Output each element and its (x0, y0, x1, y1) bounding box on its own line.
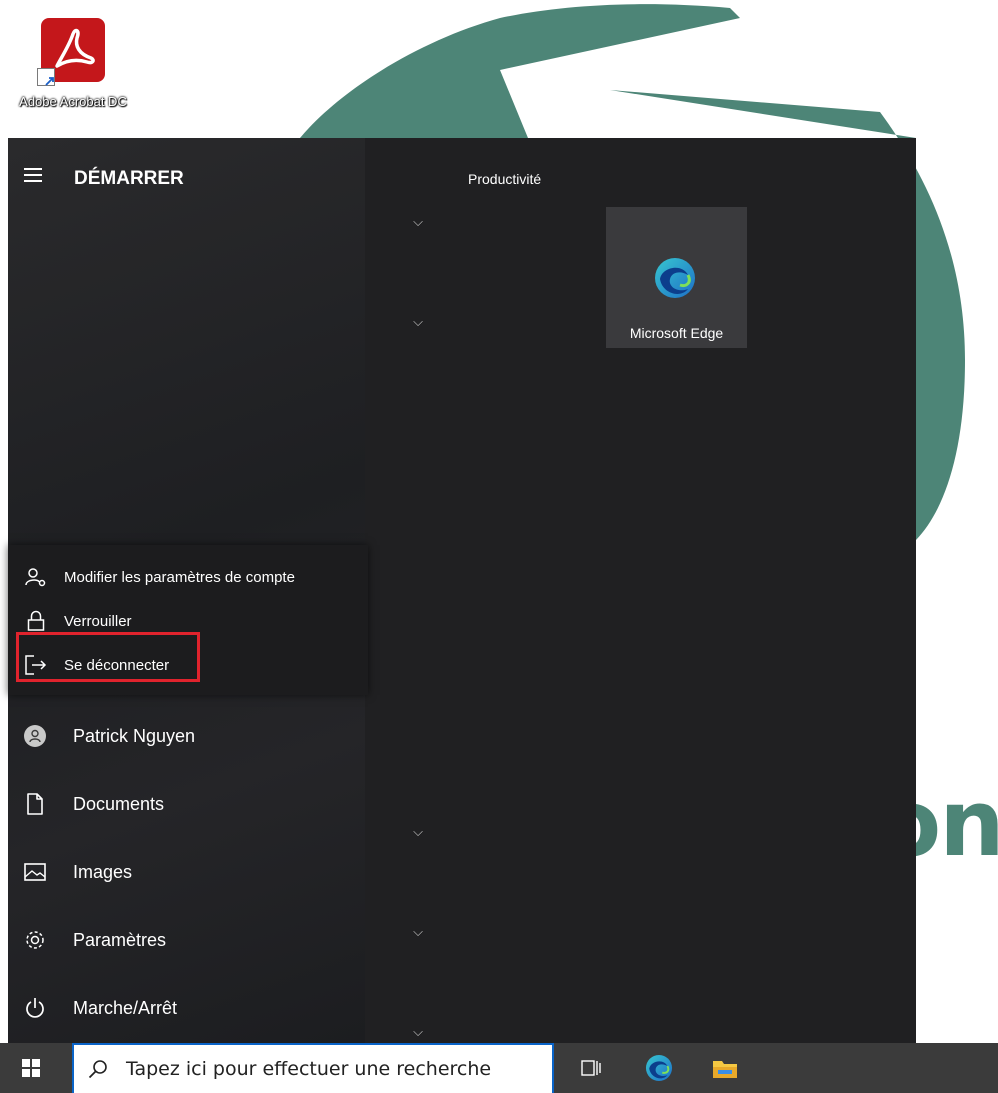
flyout-item-label: Modifier les paramètres de compte (64, 568, 295, 586)
task-view-icon[interactable] (566, 1043, 616, 1093)
start-button[interactable] (0, 1043, 62, 1093)
desktop-icon-acrobat[interactable]: Adobe Acrobat DC (8, 18, 138, 110)
edge-icon (652, 255, 698, 306)
nav-item-power[interactable]: Marche/Arrêt (8, 980, 365, 1036)
start-menu-title: DÉMARRER (74, 168, 184, 189)
power-icon (21, 997, 49, 1019)
chevron-down-icon[interactable]: ⌵ (408, 1024, 428, 1040)
account-settings-icon (22, 566, 50, 588)
gear-icon (21, 929, 49, 951)
document-icon (21, 793, 49, 815)
chevron-down-icon[interactable]: ⌵ (408, 924, 428, 940)
start-menu-tiles-pane: Productivité ⌵ ⌵ ⌵ ⌵ ⌵ Microsoft Edge (365, 138, 916, 1043)
taskbar-edge-icon[interactable] (634, 1043, 684, 1093)
file-explorer-icon[interactable] (700, 1043, 750, 1093)
nav-item-images[interactable]: Images (8, 844, 365, 900)
nav-item-settings[interactable]: Paramètres (8, 912, 365, 968)
lock-icon (22, 610, 50, 632)
image-icon (21, 863, 49, 881)
tile-microsoft-edge[interactable]: Microsoft Edge (606, 207, 747, 348)
taskbar: Tapez ici pour effectuer une recherche (0, 1043, 998, 1093)
taskbar-search-box[interactable]: Tapez ici pour effectuer une recherche (72, 1043, 554, 1093)
flyout-lock[interactable]: Verrouiller (8, 601, 368, 641)
search-icon (88, 1059, 112, 1079)
desktop-icon-label: Adobe Acrobat DC (19, 94, 127, 109)
flyout-item-label: Se déconnecter (64, 656, 170, 674)
sign-out-icon (22, 655, 50, 675)
nav-item-label: Patrick Nguyen (73, 725, 196, 746)
tile-group-title: Productivité (468, 171, 542, 187)
chevron-down-icon[interactable]: ⌵ (408, 824, 428, 840)
flyout-item-label: Verrouiller (64, 612, 132, 630)
chevron-down-icon[interactable]: ⌵ (408, 214, 428, 230)
flyout-account-settings[interactable]: Modifier les paramètres de compte (8, 557, 368, 597)
shortcut-arrow-icon (37, 68, 55, 86)
hamburger-menu-icon[interactable] (24, 168, 46, 186)
account-flyout: Modifier les paramètres de compte Verrou… (8, 545, 368, 695)
nav-item-label: Images (73, 861, 133, 882)
windows-logo-icon (22, 1059, 40, 1077)
search-placeholder: Tapez ici pour effectuer une recherche (126, 1058, 492, 1080)
nav-item-documents[interactable]: Documents (8, 776, 365, 832)
flyout-sign-out[interactable]: Se déconnecter (8, 645, 368, 685)
nav-item-label: Documents (73, 793, 165, 814)
nav-item-label: Paramètres (73, 929, 167, 950)
tile-label: Microsoft Edge (629, 325, 724, 341)
nav-item-label: Marche/Arrêt (73, 997, 178, 1018)
chevron-down-icon[interactable]: ⌵ (408, 314, 428, 330)
nav-item-user[interactable]: Patrick Nguyen (8, 708, 365, 764)
start-menu: DÉMARRER Patrick Nguyen Documents Images (8, 138, 916, 1043)
acrobat-icon (37, 18, 105, 86)
user-avatar-icon (21, 725, 49, 747)
